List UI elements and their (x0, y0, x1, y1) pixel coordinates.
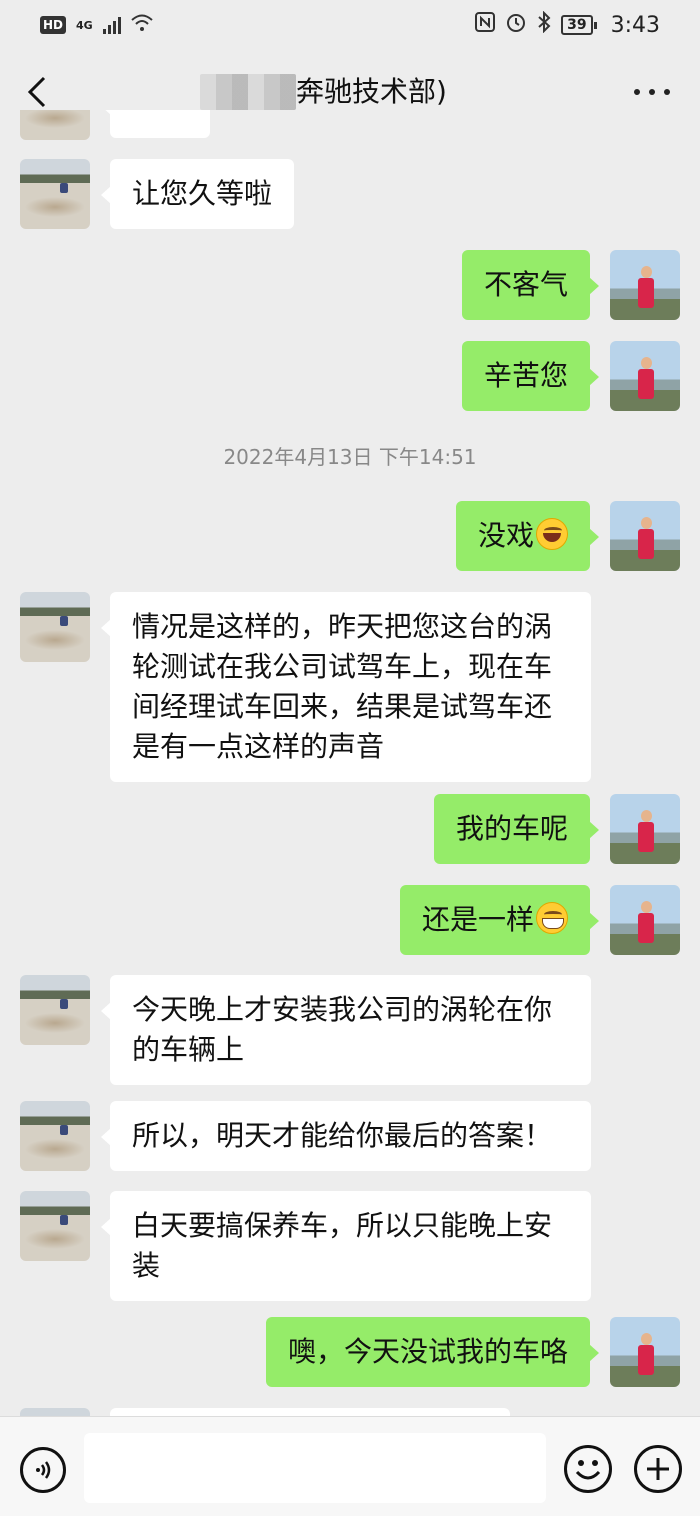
back-button[interactable] (22, 72, 52, 112)
message-bubble-outgoing[interactable]: 还是一样 (399, 885, 600, 955)
message-text: 噢，今天没试我的车咯 (287, 1335, 568, 1368)
user-avatar[interactable] (610, 501, 680, 571)
laugh-cry-emoji-icon (536, 518, 568, 550)
chat-title: 奔驰技术部) (200, 72, 447, 112)
hd-badge: HD (40, 16, 67, 34)
input-bar (0, 1416, 700, 1516)
message-bubble-outgoing[interactable]: 辛苦您 (461, 341, 600, 411)
message-input[interactable] (84, 1433, 546, 1503)
message-line: 情况是这样的，昨天把您这台的涡 (132, 610, 553, 643)
message-bubble-outgoing[interactable]: 没戏 (455, 501, 600, 571)
message-line: 装 (132, 1249, 161, 1282)
message-line: 今天晚上才安装我公司的涡轮在你 (132, 993, 553, 1026)
user-avatar[interactable] (610, 341, 680, 411)
message-text: 辛苦您 (483, 359, 568, 392)
message-text: 所以，明天才能给你最后的答案！ (132, 1119, 553, 1152)
more-actions-button[interactable] (634, 1445, 682, 1493)
battery-icon: 39 (561, 15, 598, 35)
contact-avatar[interactable] (20, 592, 90, 662)
network-type: 4G (76, 18, 93, 32)
chat-title-text: 奔驰技术部) (296, 75, 447, 108)
bluetooth-icon (537, 10, 551, 39)
message-text: 不客气 (483, 268, 568, 301)
contact-avatar[interactable] (20, 159, 90, 229)
clock-time: 3:43 (610, 12, 660, 38)
message-bubble-incoming[interactable]: 让您久等啦 (100, 159, 295, 229)
user-avatar[interactable] (610, 1317, 680, 1387)
signal-icon (102, 16, 121, 34)
contact-avatar[interactable] (20, 110, 90, 140)
alarm-icon (505, 11, 527, 39)
dot-icon (634, 89, 640, 95)
message-bubble-incoming[interactable]: 情况是这样的，昨天把您这台的涡 轮测试在我公司试驾车上，现在车 间经理试车回来，… (101, 592, 591, 782)
contact-avatar[interactable] (20, 1408, 90, 1416)
message-line: 的车辆上 (132, 1033, 245, 1066)
status-right: 39 3:43 (475, 10, 660, 39)
smiley-icon (575, 1460, 601, 1480)
message-text: 让您久等啦 (132, 177, 273, 210)
contact-avatar[interactable] (20, 1191, 90, 1261)
dot-icon (664, 89, 670, 95)
message-text: 没戏 (477, 519, 534, 552)
message-line: 间经理试车回来，结果是试驾车还 (132, 690, 553, 723)
message-list[interactable]: 让您久等啦 不客气 辛苦您 2022年4月13日 下午14:51 没戏 情况是这… (0, 110, 700, 1416)
contact-avatar[interactable] (20, 975, 90, 1045)
status-bar: HD 4G 39 3:43 (0, 0, 700, 50)
user-avatar[interactable] (610, 794, 680, 864)
plus-icon (647, 1458, 669, 1480)
grin-emoji-icon (536, 902, 568, 934)
dot-icon (649, 89, 655, 95)
message-bubble-incoming[interactable]: 所以，明天才能给你最后的答案！ (101, 1101, 591, 1171)
message-text: 我的车呢 (455, 812, 568, 845)
nfc-icon (475, 12, 496, 38)
message-text: 还是一样 (421, 903, 534, 936)
more-options-button[interactable] (634, 80, 670, 104)
message-bubble-partial[interactable] (101, 110, 210, 138)
voice-input-button[interactable] (20, 1447, 66, 1493)
message-line: 白天要搞保养车，所以只能晚上安 (132, 1209, 553, 1242)
message-line: 轮测试在我公司试驾车上，现在车 (132, 650, 553, 683)
status-left: HD 4G (40, 13, 153, 38)
message-timestamp: 2022年4月13日 下午14:51 (223, 445, 477, 469)
voice-icon (36, 1461, 51, 1479)
wifi-icon (131, 13, 153, 38)
message-bubble-incoming[interactable]: 今天晚上才安装我公司的涡轮在你 的车辆上 (101, 975, 591, 1085)
user-avatar[interactable] (610, 885, 680, 955)
message-line: 是有一点这样的声音 (132, 730, 385, 763)
user-avatar[interactable] (610, 250, 680, 320)
chevron-left-icon (27, 76, 46, 108)
redacted-name (200, 74, 296, 110)
emoji-button[interactable] (564, 1445, 612, 1493)
message-bubble-outgoing[interactable]: 我的车呢 (433, 794, 600, 864)
contact-avatar[interactable] (20, 1101, 90, 1171)
message-bubble-incoming[interactable]: 白天要搞保养车，所以只能晚上安 装 (101, 1191, 591, 1301)
message-bubble-partial[interactable] (110, 1408, 510, 1416)
message-bubble-outgoing[interactable]: 不客气 (461, 250, 600, 320)
message-bubble-outgoing[interactable]: 噢，今天没试我的车咯 (265, 1317, 600, 1387)
